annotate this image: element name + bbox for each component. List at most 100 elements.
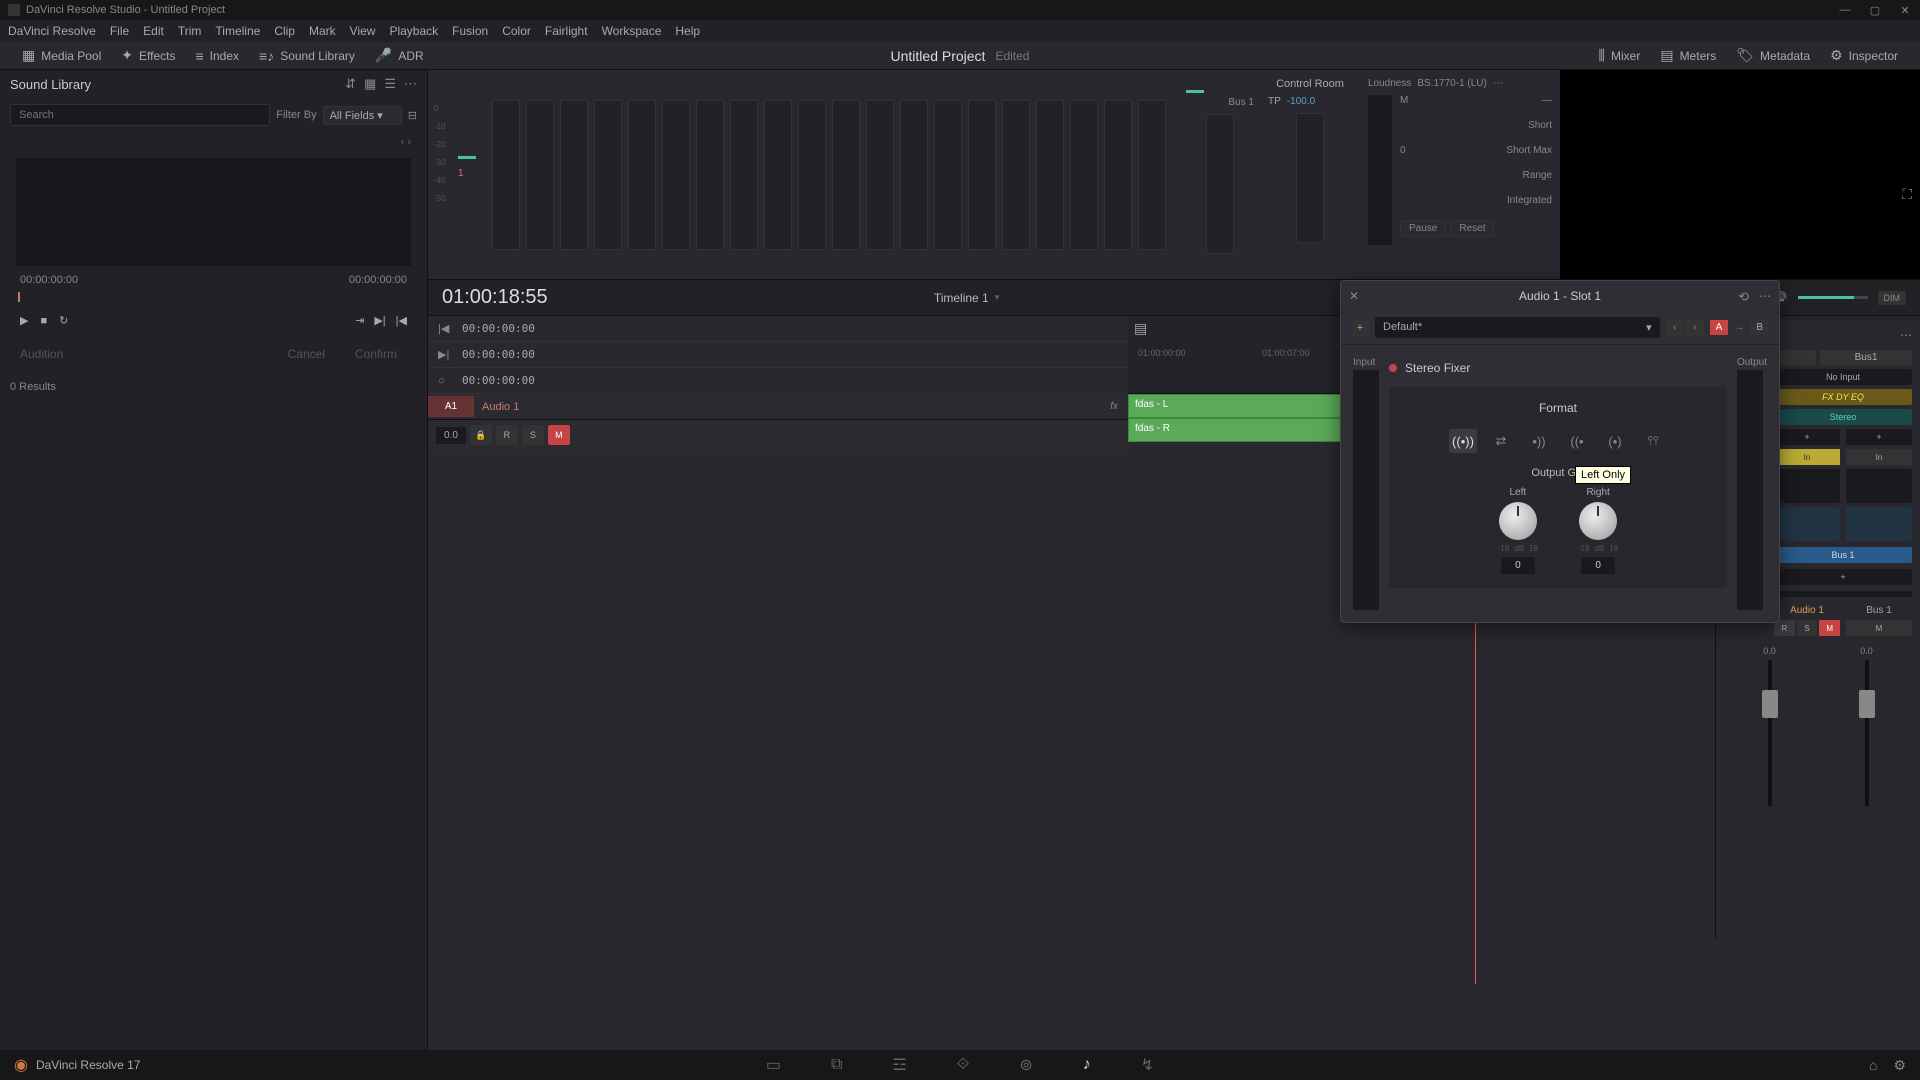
stereo-value[interactable]: Stereo [1774, 409, 1912, 425]
bus-output[interactable]: Bus 1 [1774, 547, 1912, 563]
menu-item[interactable]: Edit [143, 24, 164, 38]
right-gain-value[interactable]: 0 [1581, 557, 1615, 574]
format-left-only-icon[interactable]: ((• [1563, 429, 1591, 453]
dynamics-bus1[interactable] [1846, 469, 1912, 503]
record-arm-button[interactable]: R [496, 425, 518, 445]
expand-icon[interactable]: ⛶ [1902, 186, 1912, 203]
bus-add[interactable]: + [1774, 569, 1912, 585]
reset-button[interactable]: Reset [1450, 220, 1494, 237]
effects-in-bus1[interactable]: In [1846, 449, 1912, 465]
menu-item[interactable]: Fairlight [545, 24, 588, 38]
inspector-button[interactable]: ⚙Inspector [1820, 43, 1908, 68]
filter-select[interactable]: All Fields ▾ [323, 106, 402, 125]
fader-bus1[interactable] [1865, 660, 1869, 806]
search-input[interactable] [10, 104, 270, 126]
edit-page-icon[interactable]: ☲ [892, 1055, 906, 1075]
play-icon[interactable]: ▶ [20, 314, 28, 327]
menu-item[interactable]: View [350, 24, 376, 38]
grid-view-icon[interactable]: ▦ [364, 76, 376, 92]
ab-a-button[interactable]: A [1710, 320, 1729, 335]
format-mono-icon[interactable]: (•) [1601, 429, 1629, 453]
track-fx[interactable]: fx [1110, 401, 1118, 412]
menu-item[interactable]: Clip [274, 24, 295, 38]
gain-value[interactable]: 0.0 [436, 427, 466, 444]
menu-item[interactable]: Mark [309, 24, 336, 38]
reset-icon[interactable]: ⟲ [1738, 289, 1749, 305]
preset-select[interactable]: Default*▾ [1375, 317, 1660, 338]
chevron-down-icon[interactable]: ▾ [995, 292, 1000, 303]
effects-button[interactable]: ✦Effects [111, 43, 185, 68]
menu-item[interactable]: Workspace [602, 24, 662, 38]
align-icon[interactable]: ⇥ [355, 314, 364, 327]
media-page-icon[interactable]: ▭ [766, 1055, 781, 1075]
color-page-icon[interactable]: ⊚ [1019, 1055, 1032, 1075]
format-right-icon[interactable]: •)) [1525, 429, 1553, 453]
settings-icon[interactable]: ⚙ [1893, 1057, 1906, 1074]
duration-icon[interactable]: ○ [438, 375, 452, 387]
list-view-icon[interactable]: ☰ [384, 76, 396, 92]
minimize-icon[interactable]: — [1830, 0, 1860, 20]
prev-icon[interactable]: ‹ [401, 136, 405, 148]
more-icon[interactable]: ⋯ [1493, 78, 1503, 89]
left-gain-value[interactable]: 0 [1501, 557, 1535, 574]
mixer-button[interactable]: ⫼Mixer [1589, 43, 1651, 68]
sort-icon[interactable]: ⇵ [345, 76, 356, 92]
metadata-button[interactable]: 🏷Metadata [1726, 43, 1820, 68]
cut-page-icon[interactable]: ⧉ [831, 1056, 842, 1074]
jump-end-icon[interactable]: ▶| [438, 348, 452, 361]
input-select[interactable]: No Input [1774, 369, 1912, 385]
fairlight-page-icon[interactable]: ♪ [1083, 1056, 1091, 1074]
fusion-page-icon[interactable]: ⟐ [957, 1056, 970, 1074]
menu-item[interactable]: Timeline [215, 24, 260, 38]
fader-a1[interactable] [1768, 660, 1772, 806]
ab-arrow-icon[interactable]: → [1730, 320, 1748, 335]
menu-item[interactable]: Help [675, 24, 700, 38]
pause-button[interactable]: Pause [1400, 220, 1446, 237]
menu-item[interactable]: Fusion [452, 24, 488, 38]
next-icon[interactable]: › [407, 136, 411, 148]
volume-slider[interactable] [1798, 296, 1868, 299]
add-preset-button[interactable]: + [1351, 319, 1369, 337]
prev-preset-icon[interactable]: ‹ [1666, 319, 1684, 337]
adr-button[interactable]: 🎤ADR [365, 43, 434, 68]
more-icon[interactable]: ⋯ [1900, 328, 1912, 342]
timeline-view-icon[interactable]: ▤ [1134, 320, 1147, 337]
right-gain-knob[interactable] [1579, 502, 1617, 540]
track-index[interactable]: A1 [428, 396, 474, 417]
channel-bus1[interactable]: Bus1 [1820, 350, 1912, 365]
track-header[interactable]: A1 Audio 1 fx [428, 394, 1128, 420]
fx-add[interactable]: + [1846, 429, 1912, 445]
more-icon[interactable]: ⋯ [1759, 289, 1771, 303]
jump-start-icon[interactable]: |◀ [438, 322, 452, 335]
menu-item[interactable]: Playback [389, 24, 438, 38]
more-icon[interactable]: ⋯ [404, 76, 417, 92]
next-clip-icon[interactable]: ▶| [374, 314, 385, 327]
maximize-icon[interactable]: ▢ [1860, 0, 1890, 20]
effects-in-a1[interactable]: In [1774, 449, 1840, 465]
close-icon[interactable]: ✕ [1349, 289, 1359, 303]
format-mic-icon[interactable]: ⫯⫯ [1639, 429, 1667, 453]
mute-button[interactable]: M [1819, 620, 1840, 636]
filter-settings-icon[interactable]: ⊟ [408, 109, 417, 122]
sound-library-button[interactable]: ≡♪Sound Library [249, 44, 365, 68]
fx-add[interactable]: + [1774, 429, 1840, 445]
audition-button[interactable]: Audition [20, 347, 63, 361]
deliver-page-icon[interactable]: ↯ [1141, 1055, 1154, 1075]
order-value[interactable]: FX DY EQ [1774, 389, 1912, 405]
format-swap-icon[interactable]: ⇄ [1487, 429, 1515, 453]
menu-item[interactable]: File [110, 24, 129, 38]
menu-item[interactable]: Trim [178, 24, 202, 38]
loop-icon[interactable]: ↻ [59, 314, 68, 327]
mute-button[interactable]: M [548, 425, 570, 445]
index-button[interactable]: ≡Index [185, 44, 249, 68]
ab-b-button[interactable]: B [1750, 320, 1769, 335]
lock-icon[interactable]: 🔒 [470, 425, 492, 445]
eq-a1[interactable] [1774, 507, 1840, 541]
home-icon[interactable]: ⌂ [1869, 1057, 1877, 1074]
menu-item[interactable]: DaVinci Resolve [8, 24, 96, 38]
timeline-name[interactable]: Timeline 1 [934, 291, 989, 305]
group-select[interactable] [1774, 591, 1912, 597]
dim-button[interactable]: DIM [1878, 291, 1907, 305]
eq-bus1[interactable] [1846, 507, 1912, 541]
dynamics-a1[interactable] [1774, 469, 1840, 503]
